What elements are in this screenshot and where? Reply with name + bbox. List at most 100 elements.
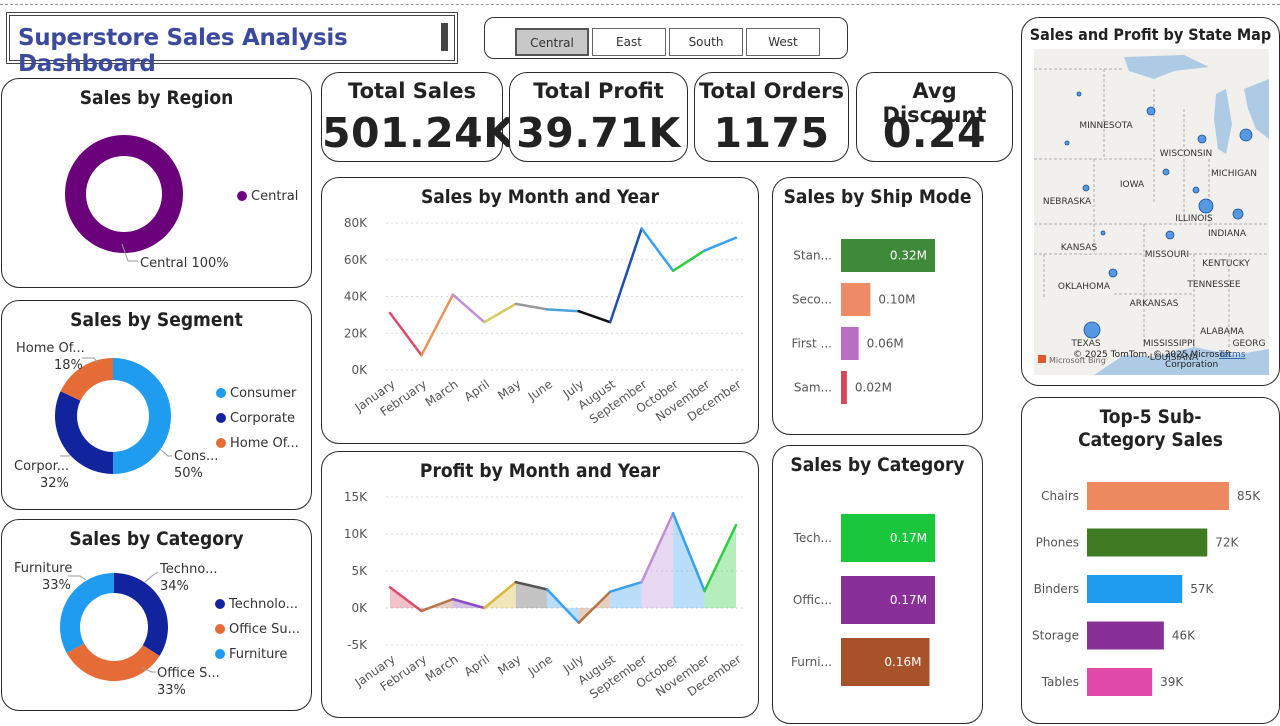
data-label-percent: 34%: [160, 579, 189, 594]
title-accent-bar: [441, 23, 448, 51]
legend-marker: [237, 191, 247, 201]
data-label-percent: 33%: [157, 683, 186, 698]
donut-slice[interactable]: [66, 643, 160, 681]
state-label: MISSOURI: [1145, 250, 1189, 260]
category-label: Stan...: [793, 249, 832, 263]
data-label: 39K: [1160, 675, 1184, 689]
series-line-segment[interactable]: [608, 227, 643, 324]
state-bubble[interactable]: [1082, 184, 1090, 192]
data-label-leader: [159, 448, 172, 457]
state-bubble[interactable]: [1146, 106, 1156, 116]
slicer-west-button[interactable]: West: [746, 28, 820, 56]
data-label: 57K: [1190, 582, 1214, 596]
state-bubble[interactable]: [1100, 230, 1106, 236]
state-bubble[interactable]: [1162, 168, 1170, 176]
legend-label[interactable]: Consumer: [230, 386, 297, 401]
category-label: Offic...: [793, 593, 832, 607]
series-line-segment[interactable]: [546, 308, 580, 313]
data-label: 0.10M: [878, 293, 915, 307]
series-line-segment[interactable]: [671, 249, 706, 273]
state-label: INDIANA: [1208, 229, 1247, 239]
series-line-segment[interactable]: [420, 293, 455, 357]
state-bubble[interactable]: [1197, 134, 1207, 144]
state-bubble[interactable]: [1083, 321, 1101, 339]
region-slicer: Central East South West: [484, 17, 848, 59]
top5-subcategory-card: Top-5 Sub-Category Sales Chairs 85K Phones…: [1021, 397, 1280, 724]
bing-logo-icon: [1038, 355, 1046, 363]
x-tick-label: May: [495, 377, 523, 403]
series-line-segment[interactable]: [703, 236, 738, 252]
sales-by-segment-donut: Consumer Corporate Home Of... Cons... 50% Cor…: [14, 341, 299, 491]
legend-marker: [215, 599, 225, 609]
sales-by-ship-mode-card: Sales by Ship Mode Stan... 0.32M Seco... 0.…: [772, 177, 983, 435]
x-tick-label: April: [462, 652, 493, 679]
kpi-card-avg-discount: Avg Discount 0.24: [856, 72, 1013, 162]
data-label: 0.16M: [884, 655, 921, 669]
slicer-central-button[interactable]: Central: [515, 28, 589, 56]
bar[interactable]: [841, 283, 871, 316]
kpi-card-total-sales: Total Sales 501.24K: [321, 72, 515, 162]
state-label: KANSAS: [1061, 243, 1098, 253]
profit-by-month-area-chart: -5K0K5K10K15KJanuaryFebruaryMarch April Ma…: [344, 490, 744, 702]
y-tick-label: 0K: [351, 363, 368, 377]
series-line-segment[interactable]: [514, 302, 549, 311]
state-bubble[interactable]: [1165, 230, 1175, 240]
y-tick-label: 5K: [351, 564, 368, 578]
data-label-leader: [144, 571, 159, 583]
y-tick-label: 80K: [344, 216, 368, 230]
state-bubble[interactable]: [1108, 268, 1118, 278]
donut-slice[interactable]: [113, 358, 171, 474]
map-terms-link[interactable]: Terms: [1218, 350, 1246, 360]
bar[interactable]: [841, 371, 847, 404]
y-tick-label: 40K: [344, 290, 368, 304]
category-label: Phones: [1036, 536, 1079, 550]
state-bubble[interactable]: [1232, 208, 1244, 220]
bar[interactable]: [1087, 482, 1229, 510]
bar[interactable]: [1087, 668, 1153, 696]
category-label: Sam...: [794, 381, 832, 395]
bar[interactable]: [1087, 621, 1164, 650]
data-label-percent: 32%: [40, 476, 69, 491]
slicer-east-button[interactable]: East: [592, 28, 666, 56]
series-line-segment[interactable]: [577, 309, 612, 324]
state-map[interactable]: MINNESOTA WISCONSIN MICHIGAN IOWA NEBRASKA IL…: [1022, 18, 1280, 387]
legend-label[interactable]: Home Of...: [230, 436, 299, 451]
state-bubble[interactable]: [1064, 140, 1070, 146]
legend-label[interactable]: Corporate: [230, 411, 295, 426]
bar[interactable]: [1087, 575, 1183, 603]
bar[interactable]: [841, 327, 859, 360]
y-tick-label: 10K: [344, 527, 368, 541]
legend-label[interactable]: Central: [251, 189, 298, 204]
bar[interactable]: [1087, 528, 1208, 557]
data-label: 0.17M: [890, 593, 927, 607]
sales-by-ship-mode-bar-chart: Stan... 0.32M Seco... 0.10M First ... 0.06M Sa…: [791, 239, 935, 404]
category-label: Storage: [1032, 629, 1079, 643]
state-bubble[interactable]: [1239, 128, 1253, 142]
state-bubble[interactable]: [1192, 186, 1200, 194]
category-label: Tables: [1041, 675, 1079, 689]
data-label-name: Home Of...: [16, 341, 85, 356]
sales-by-month-card: Sales by Month and Year 0K 20K 40K 60K 80K Ja…: [321, 177, 759, 444]
y-tick-label: 60K: [344, 253, 368, 267]
state-label: ILLINOIS: [1175, 214, 1213, 224]
donut-slice[interactable]: [64, 135, 183, 253]
legend-marker: [216, 388, 226, 398]
legend-label[interactable]: Furniture: [229, 647, 287, 662]
state-label: MICHIGAN: [1211, 169, 1257, 179]
state-label: NEBRASKA: [1043, 197, 1092, 207]
series-line-segment[interactable]: [388, 311, 423, 357]
legend-label[interactable]: Office Su...: [229, 622, 300, 637]
state-label: WISCONSIN: [1160, 149, 1212, 159]
data-label-name: Furniture: [14, 561, 72, 576]
x-tick-label: March: [423, 377, 461, 409]
series-line-segment[interactable]: [640, 227, 675, 273]
state-bubble[interactable]: [1076, 91, 1082, 97]
legend-label[interactable]: Technolo...: [228, 597, 298, 612]
sales-by-region-donut: Central Central 100%: [64, 135, 298, 271]
state-label: KENTUCKY: [1202, 259, 1250, 269]
series-line-segment[interactable]: [483, 302, 518, 324]
state-bubble[interactable]: [1198, 198, 1214, 214]
state-label: TENNESSEE: [1186, 280, 1240, 290]
series-line-segment[interactable]: [451, 293, 486, 324]
slicer-south-button[interactable]: South: [669, 28, 743, 56]
